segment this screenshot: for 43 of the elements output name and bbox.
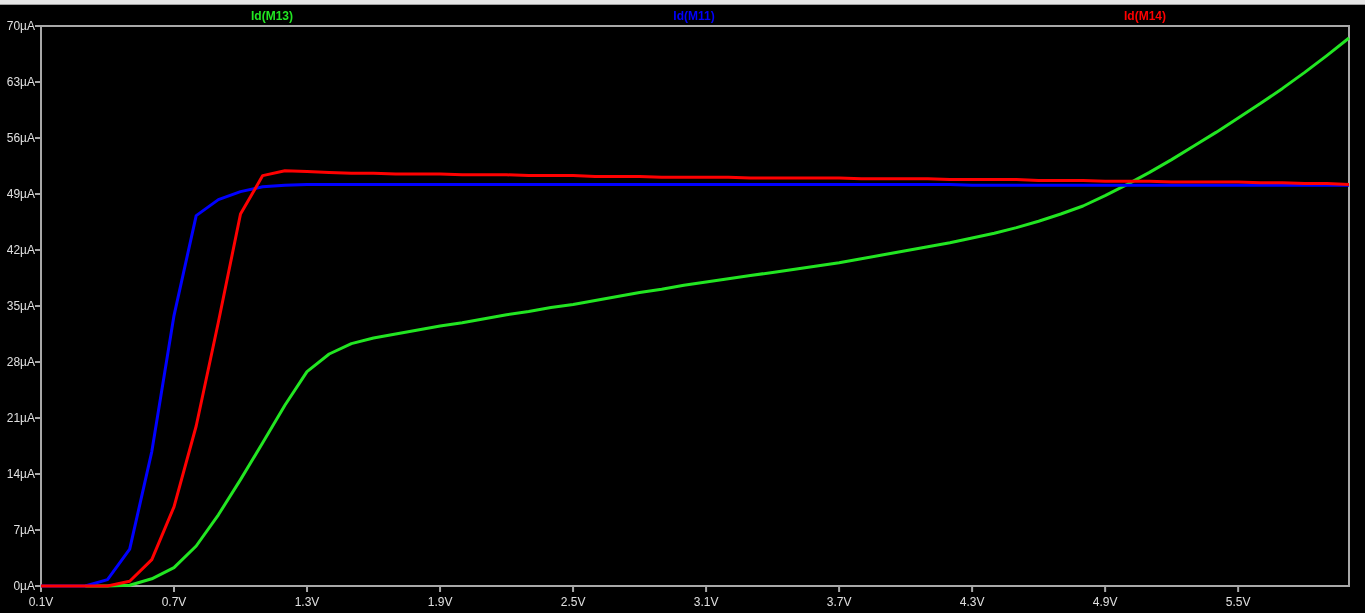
legend-label: Id(M11) — [673, 9, 715, 23]
y-tick-label: 0µA — [13, 579, 35, 593]
x-tick-label: 2.5V — [560, 595, 586, 609]
x-tick-label: 5.5V — [1225, 595, 1251, 609]
y-tick-label: 35µA — [6, 299, 35, 313]
tick-mark — [34, 193, 42, 195]
x-tick-label: 0.7V — [161, 595, 187, 609]
x-tick-label: 1.3V — [294, 595, 320, 609]
tick-mark — [34, 361, 42, 363]
y-tick-label: 21µA — [6, 411, 35, 425]
x-tick-label: 3.1V — [693, 595, 719, 609]
tick-mark — [572, 585, 575, 593]
y-tick-label: 63µA — [6, 75, 35, 89]
legend-label: Id(M13) — [251, 9, 293, 23]
x-tick-label: 4.3V — [959, 595, 985, 609]
tick-mark — [34, 249, 42, 251]
tick-mark — [34, 417, 42, 419]
tick-mark — [34, 529, 42, 531]
tick-mark — [34, 81, 42, 83]
x-tick-label: 1.9V — [427, 595, 453, 609]
y-tick-label: 14µA — [6, 467, 35, 481]
tick-mark — [1104, 585, 1107, 593]
tick-mark — [838, 585, 841, 593]
tick-mark — [173, 585, 175, 593]
y-tick-label: 56µA — [6, 131, 35, 145]
tick-mark — [705, 585, 708, 593]
tick-mark — [439, 585, 442, 593]
tick-mark — [34, 25, 42, 27]
tick-mark — [34, 473, 42, 475]
y-tick-label: 49µA — [6, 187, 35, 201]
tick-mark — [306, 585, 309, 593]
tick-mark — [34, 137, 42, 139]
y-tick-label: 7µA — [13, 523, 35, 537]
tick-mark — [1237, 585, 1240, 593]
x-tick-label: 3.7V — [826, 595, 852, 609]
y-tick-label: 28µA — [6, 355, 35, 369]
y-tick-label: 42µA — [6, 243, 35, 257]
tick-mark — [34, 305, 42, 307]
legend-label: Id(M14) — [1124, 9, 1166, 23]
y-tick-label: 70µA — [6, 19, 35, 33]
x-tick-label: 4.9V — [1092, 595, 1118, 609]
tick-mark — [971, 585, 974, 593]
x-tick-label: 0.1V — [28, 595, 54, 609]
